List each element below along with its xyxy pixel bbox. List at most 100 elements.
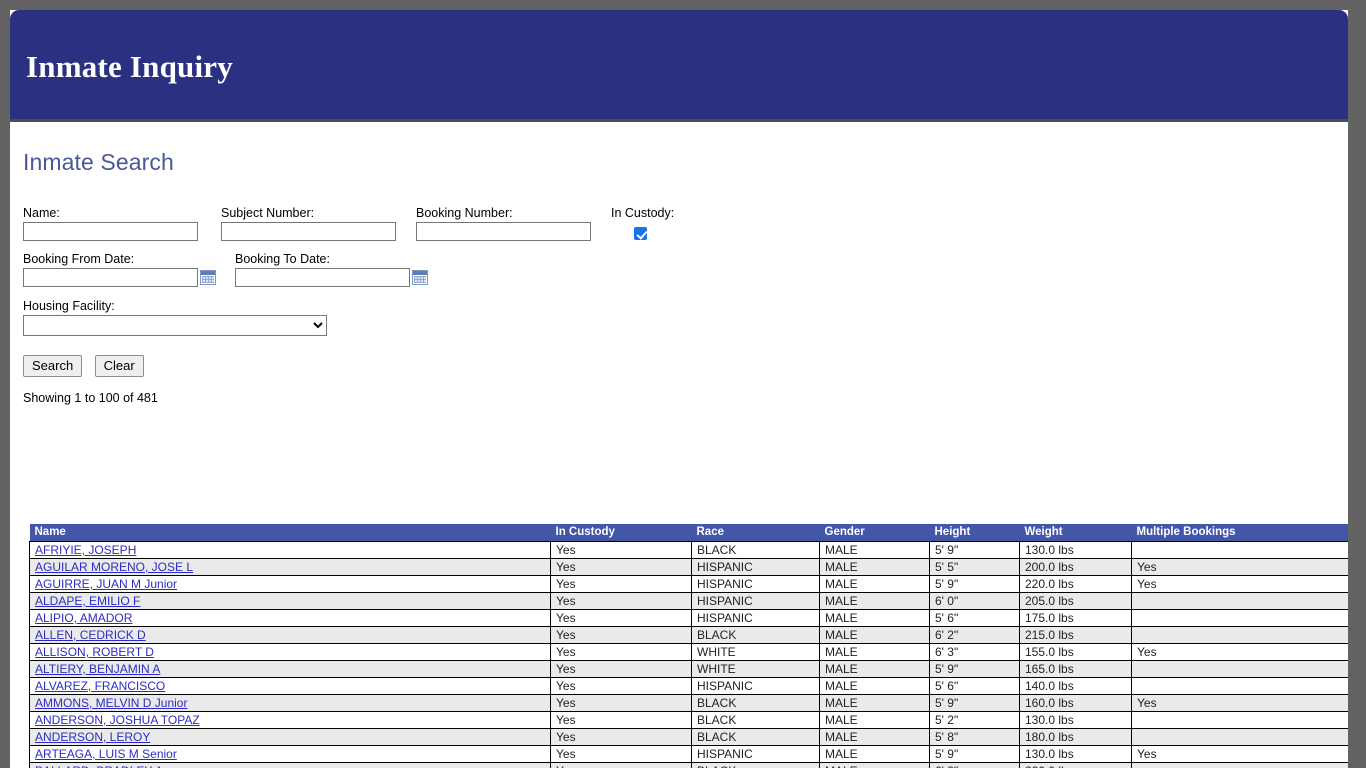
column-header-name[interactable]: Name: [30, 524, 551, 542]
cell-height: 6' 0": [930, 593, 1020, 610]
table-row: ALLEN, CEDRICK DYesBLACKMALE6' 2"215.0 l…: [30, 627, 1349, 644]
search-button[interactable]: Search: [23, 355, 82, 377]
cell-name: ANDERSON, LEROY: [30, 729, 551, 746]
cell-name: ALDAPE, EMILIO F: [30, 593, 551, 610]
inmate-name-link[interactable]: ALLISON, ROBERT D: [35, 645, 154, 659]
inmate-name-link[interactable]: ANDERSON, LEROY: [35, 730, 150, 744]
cell-weight: 220.0 lbs: [1020, 763, 1132, 768]
cell-height: 6' 2": [930, 627, 1020, 644]
cell-weight: 140.0 lbs: [1020, 678, 1132, 695]
cell-height: 5' 9": [930, 695, 1020, 712]
cell-gender: MALE: [820, 593, 930, 610]
search-input-name[interactable]: [23, 222, 198, 241]
table-row: AGUIRRE, JUAN M JuniorYesHISPANICMALE5' …: [30, 576, 1349, 593]
cell-race: WHITE: [692, 661, 820, 678]
cell-race: BLACK: [692, 695, 820, 712]
table-row: AMMONS, MELVIN D JuniorYesBLACKMALE5' 9"…: [30, 695, 1349, 712]
inmate-name-link[interactable]: ALVAREZ, FRANCISCO: [35, 679, 165, 693]
booking-to-date-wrap: [235, 268, 428, 287]
table-row: AGUILAR MORENO, JOSE LYesHISPANICMALE5' …: [30, 559, 1349, 576]
inmate-name-link[interactable]: ALDAPE, EMILIO F: [35, 594, 140, 608]
inmate-name-link[interactable]: ALLEN, CEDRICK D: [35, 628, 146, 642]
cell-gender: MALE: [820, 610, 930, 627]
cell-in-custody: Yes: [551, 729, 692, 746]
table-row: ALTIERY, BENJAMIN AYesWHITEMALE5' 9"165.…: [30, 661, 1349, 678]
inmate-name-link[interactable]: ARTEAGA, LUIS M Senior: [35, 747, 177, 761]
cell-in-custody: Yes: [551, 746, 692, 763]
cell-multiple-bookings: [1132, 763, 1349, 768]
search-input-booking-number[interactable]: [416, 222, 591, 241]
cell-height: 5' 9": [930, 576, 1020, 593]
inmate-name-link[interactable]: AGUILAR MORENO, JOSE L: [35, 560, 193, 574]
inmate-name-link[interactable]: ALTIERY, BENJAMIN A: [35, 662, 160, 676]
subject-number-field-group: Subject Number:: [221, 206, 396, 241]
cell-race: BLACK: [692, 729, 820, 746]
cell-multiple-bookings: Yes: [1132, 576, 1349, 593]
search-buttons: Search Clear: [23, 355, 1343, 377]
cell-gender: MALE: [820, 627, 930, 644]
in-custody-checkbox[interactable]: [634, 227, 647, 240]
cell-multiple-bookings: [1132, 627, 1349, 644]
page-frame: Inmate Inquiry Inmate Search Name: Subje…: [10, 10, 1348, 768]
cell-gender: MALE: [820, 576, 930, 593]
inmate-name-link[interactable]: AGUIRRE, JUAN M Junior: [35, 577, 177, 591]
cell-name: ANDERSON, JOSHUA TOPAZ: [30, 712, 551, 729]
booking-number-field-group: Booking Number:: [416, 206, 591, 241]
cell-multiple-bookings: Yes: [1132, 559, 1349, 576]
cell-in-custody: Yes: [551, 644, 692, 661]
cell-race: BLACK: [692, 542, 820, 559]
page-content: Inmate Search Name: Subject Number: Book…: [10, 122, 1348, 765]
cell-multiple-bookings: [1132, 542, 1349, 559]
calendar-icon[interactable]: [412, 270, 428, 285]
cell-multiple-bookings: [1132, 661, 1349, 678]
column-header-height[interactable]: Height: [930, 524, 1020, 542]
booking-from-date-wrap: [23, 268, 216, 287]
cell-multiple-bookings: Yes: [1132, 746, 1349, 763]
cell-multiple-bookings: Yes: [1132, 644, 1349, 661]
search-input-booking-from-date[interactable]: [23, 268, 198, 287]
cell-in-custody: Yes: [551, 712, 692, 729]
cell-in-custody: Yes: [551, 559, 692, 576]
cell-gender: MALE: [820, 678, 930, 695]
cell-name: AMMONS, MELVIN D Junior: [30, 695, 551, 712]
cell-multiple-bookings: Yes: [1132, 695, 1349, 712]
inmate-name-link[interactable]: ANDERSON, JOSHUA TOPAZ: [35, 713, 200, 727]
cell-gender: MALE: [820, 661, 930, 678]
cell-race: WHITE: [692, 644, 820, 661]
column-header-weight[interactable]: Weight: [1020, 524, 1132, 542]
cell-gender: MALE: [820, 712, 930, 729]
calendar-icon[interactable]: [200, 270, 216, 285]
cell-race: HISPANIC: [692, 746, 820, 763]
inmate-name-link[interactable]: AMMONS, MELVIN D Junior: [35, 696, 187, 710]
inmate-name-link[interactable]: BALLARD, BRADLEY A: [35, 764, 163, 768]
cell-weight: 200.0 lbs: [1020, 559, 1132, 576]
inmate-name-link[interactable]: ALIPIO, AMADOR: [35, 611, 132, 625]
column-header-multiple-bookings[interactable]: Multiple Bookings: [1132, 524, 1349, 542]
cell-height: 5' 2": [930, 712, 1020, 729]
search-row-2: Booking From Date: Booking To Date:: [23, 252, 1343, 299]
column-header-gender[interactable]: Gender: [820, 524, 930, 542]
cell-weight: 155.0 lbs: [1020, 644, 1132, 661]
search-select-housing-facility[interactable]: [23, 315, 327, 336]
cell-gender: MALE: [820, 746, 930, 763]
cell-in-custody: Yes: [551, 678, 692, 695]
results-count-text: Showing 1 to 100 of 481: [23, 391, 1343, 405]
cell-gender: MALE: [820, 763, 930, 768]
cell-weight: 215.0 lbs: [1020, 627, 1132, 644]
cell-race: HISPANIC: [692, 559, 820, 576]
inmate-results-table: NameIn CustodyRaceGenderHeightWeightMult…: [29, 524, 1348, 768]
column-header-in-custody[interactable]: In Custody: [551, 524, 692, 542]
search-row-1: Name: Subject Number: Booking Number: In…: [23, 206, 1343, 252]
column-header-race[interactable]: Race: [692, 524, 820, 542]
clear-button[interactable]: Clear: [95, 355, 144, 377]
in-custody-field-group: In Custody:: [611, 206, 674, 243]
cell-weight: 175.0 lbs: [1020, 610, 1132, 627]
cell-race: HISPANIC: [692, 678, 820, 695]
inmate-name-link[interactable]: AFRIYIE, JOSEPH: [35, 543, 136, 557]
search-input-subject-number[interactable]: [221, 222, 396, 241]
name-label: Name:: [23, 206, 198, 220]
housing-facility-field-group: Housing Facility:: [23, 299, 327, 336]
search-input-booking-to-date[interactable]: [235, 268, 410, 287]
booking-to-date-label: Booking To Date:: [235, 252, 428, 266]
booking-to-date-field-group: Booking To Date:: [235, 252, 428, 287]
